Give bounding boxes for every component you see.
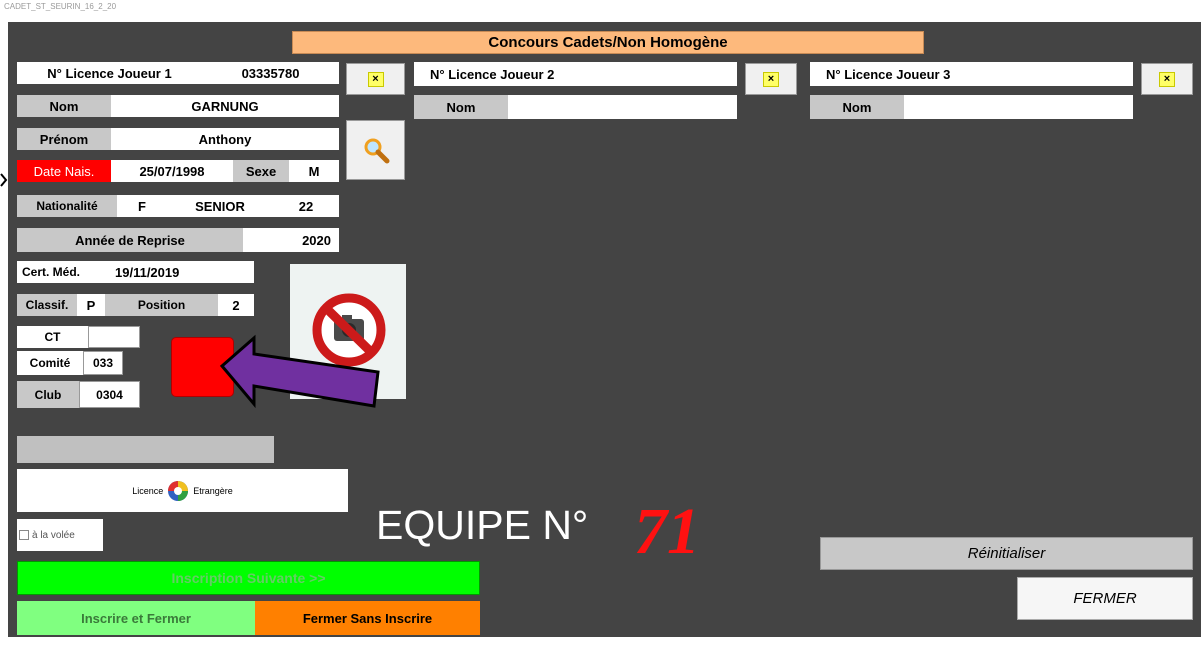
categorie1-field: SENIOR bbox=[167, 195, 273, 217]
clear-player2-button[interactable]: × bbox=[745, 63, 797, 95]
close-icon: × bbox=[367, 71, 384, 87]
sexe1-field[interactable]: M bbox=[289, 160, 339, 182]
search-icon bbox=[364, 138, 389, 164]
purple-arrow-annotation bbox=[219, 334, 380, 409]
age1-field: 22 bbox=[273, 195, 339, 217]
search-player-button[interactable] bbox=[346, 120, 405, 180]
position1-field[interactable]: 2 bbox=[218, 294, 254, 316]
comite1-field[interactable]: 033 bbox=[83, 351, 123, 375]
close-icon: × bbox=[763, 71, 779, 87]
prenom1-field[interactable]: Anthony bbox=[111, 128, 339, 150]
globe-flags-icon bbox=[168, 480, 189, 501]
licence2-label: N° Licence Joueur 2 bbox=[414, 62, 593, 86]
volee-option[interactable]: à la volée bbox=[17, 519, 103, 551]
reprise1-label: Année de Reprise bbox=[17, 228, 243, 252]
empty-grey-bar bbox=[17, 436, 274, 463]
close-icon: × bbox=[1159, 71, 1175, 87]
team-number: 71 bbox=[634, 495, 700, 568]
ct1-field[interactable] bbox=[88, 326, 140, 348]
nom2-label: Nom bbox=[414, 95, 508, 119]
inscription-suivante-button[interactable]: Inscription Suivante >> bbox=[17, 561, 480, 595]
licence3-label: N° Licence Joueur 3 bbox=[810, 62, 989, 86]
certmed1-field[interactable]: 19/11/2019 bbox=[97, 261, 254, 283]
left-pointer-icon bbox=[0, 173, 8, 187]
nationalite1-label: Nationalité bbox=[17, 195, 117, 217]
club1-label: Club bbox=[17, 381, 79, 408]
fermer-button[interactable]: FERMER bbox=[1017, 577, 1193, 620]
nom3-label: Nom bbox=[810, 95, 904, 119]
reinitialiser-button[interactable]: Réinitialiser bbox=[820, 537, 1193, 570]
classif1-field[interactable]: P bbox=[77, 294, 105, 316]
clear-player1-button[interactable]: × bbox=[346, 63, 405, 95]
licence3-field[interactable] bbox=[989, 62, 1133, 86]
nom3-field[interactable] bbox=[904, 95, 1133, 119]
nationalite1-field[interactable]: F bbox=[117, 195, 167, 217]
licence1-label: N° Licence Joueur 1 bbox=[17, 62, 202, 84]
licence-etrangere-right: Etrangère bbox=[193, 485, 233, 496]
reprise1-field[interactable]: 2020 bbox=[243, 228, 339, 252]
licence-etrangere-left: Licence bbox=[132, 485, 164, 496]
nom1-field[interactable]: GARNUNG bbox=[111, 95, 339, 117]
sexe1-label: Sexe bbox=[233, 160, 289, 182]
datenais1-label: Date Nais. bbox=[17, 160, 111, 182]
licence1-field[interactable]: 03335780 bbox=[202, 62, 339, 84]
contest-title: Concours Cadets/Non Homogène bbox=[292, 31, 924, 54]
datenais1-field[interactable]: 25/07/1998 bbox=[111, 160, 233, 182]
volee-label: à la volée bbox=[32, 529, 75, 541]
classif1-label: Classif. bbox=[17, 294, 77, 316]
inscrire-fermer-button[interactable]: Inscrire et Fermer bbox=[17, 601, 255, 635]
equipe-label: EQUIPE N° bbox=[376, 502, 589, 548]
ct1-label: CT bbox=[17, 326, 88, 348]
licence-etrangere-button[interactable]: Licence Etrangère bbox=[17, 469, 348, 512]
fermer-sans-inscrire-button[interactable]: Fermer Sans Inscrire bbox=[255, 601, 480, 635]
licence2-field[interactable] bbox=[593, 62, 737, 86]
volee-checkbox[interactable] bbox=[19, 530, 29, 540]
clear-player3-button[interactable]: × bbox=[1141, 63, 1193, 95]
comite1-label: Comité bbox=[17, 351, 83, 375]
certmed1-label: Cert. Méd. bbox=[17, 261, 97, 283]
prenom1-label: Prénom bbox=[17, 128, 111, 150]
club1-field[interactable]: 0304 bbox=[79, 381, 140, 408]
window-title: CADET_ST_SEURIN_16_2_20 bbox=[4, 2, 117, 11]
nom1-label: Nom bbox=[17, 95, 111, 117]
nom2-field[interactable] bbox=[508, 95, 737, 119]
position1-label: Position bbox=[105, 294, 218, 316]
